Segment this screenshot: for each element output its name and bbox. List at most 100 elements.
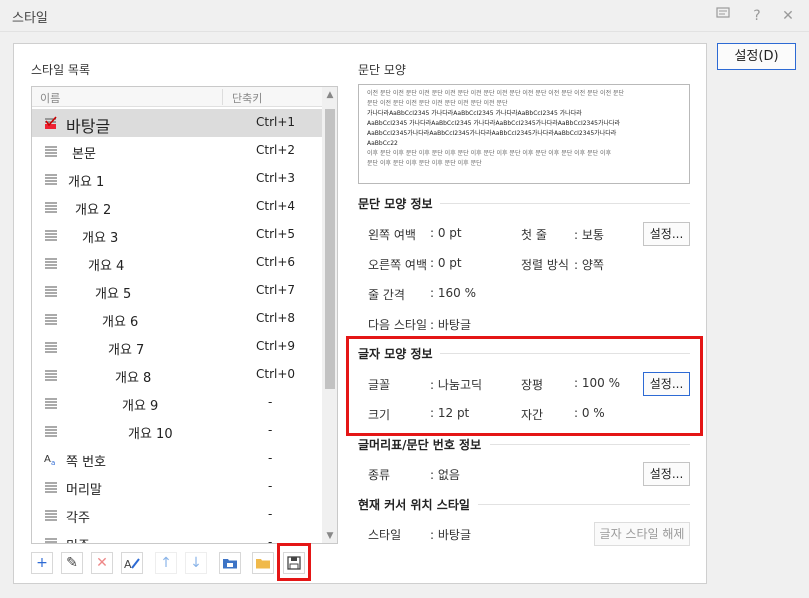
close-icon[interactable]: ✕ [777,6,799,26]
paragraph-icon [44,172,58,186]
import-style-button[interactable] [219,552,241,574]
style-list-item[interactable]: 개요 8 Ctrl+0 [32,361,322,389]
style-list-item[interactable]: 개요 3 Ctrl+5 [32,221,322,249]
style-name: 개요 9 [122,399,159,414]
style-shortcut: - [268,451,273,465]
cursor-style-label: 스타일 [368,528,402,542]
save-highlight-box [277,543,311,581]
divider [490,444,690,445]
paragraph-icon [44,368,58,382]
divider [440,203,690,204]
apply-button[interactable]: 설정(D) [717,43,796,70]
size-value: : 12 pt [430,406,470,420]
style-list-item[interactable]: Aa 쪽 번호 - [32,445,322,473]
style-name: 개요 3 [82,231,119,246]
paragraph-icon [44,536,58,543]
next-style-value: : 바탕글 [430,318,471,332]
style-list-item[interactable]: 개요 5 Ctrl+7 [32,277,322,305]
column-name[interactable]: 이름 [40,90,60,106]
style-shortcut: Ctrl+0 [256,367,296,381]
line-spacing-value: : 160 % [430,286,476,300]
scroll-thumb[interactable] [325,109,335,389]
style-name: 개요 7 [108,343,145,358]
style-list-item[interactable]: 바탕글 Ctrl+1 [32,109,322,137]
svg-text:a: a [51,459,55,466]
paragraph-icon [44,396,58,410]
style-list-item[interactable]: 각주 - [32,501,322,529]
style-list-item[interactable]: 본문 Ctrl+2 [32,137,322,165]
spacing-value: : 0 % [574,406,605,420]
move-down-button[interactable]: ↓ [185,552,207,574]
para-settings-button[interactable]: 설정... [643,222,690,246]
paragraph-icon [44,340,58,354]
help-icon[interactable]: ? [746,6,768,26]
comment-icon[interactable] [712,6,734,26]
paragraph-icon [44,424,58,438]
align-label: 정렬 방식 [521,258,569,272]
preview-line: AaBbCcI2345가나다라AaBbCcI2345가나다라AaBbCcI234… [367,130,617,137]
arrow-down-icon: ↓ [190,555,202,571]
open-style-button[interactable] [252,552,274,574]
move-up-button[interactable]: ↑ [155,552,177,574]
char-edit-icon: A [124,558,140,571]
column-divider [222,89,223,105]
style-list-item[interactable]: 개요 7 Ctrl+9 [32,333,322,361]
numbering-type-value: : 없음 [430,468,460,482]
style-list-item[interactable]: 미주 - [32,529,322,543]
style-list-item[interactable]: 개요 6 Ctrl+8 [32,305,322,333]
style-name: 개요 6 [102,315,139,330]
window-title: 스타일 [12,11,48,26]
edit-style-button[interactable]: ✎ [61,552,83,574]
numbering-info-title: 글머리표/문단 번호 정보 [358,438,482,452]
style-shortcut: Ctrl+5 [256,227,296,241]
preview-line: AaBbCc22 [367,140,398,147]
paragraph-icon [44,284,58,298]
style-list-item[interactable]: 개요 10 - [32,417,322,445]
font-label: 글꼴 [368,378,391,392]
ratio-label: 장평 [521,378,544,392]
add-icon: + [36,555,48,571]
numbering-type-label: 종류 [368,468,391,482]
add-style-button[interactable]: + [31,552,53,574]
style-name: 개요 2 [75,203,112,218]
column-shortcut[interactable]: 단축키 [232,90,262,106]
delete-icon: ✕ [96,555,108,571]
style-shortcut: Ctrl+8 [256,311,296,325]
style-shortcut: Ctrl+1 [256,115,296,129]
pencil-icon: ✎ [66,555,78,571]
style-shortcut: Ctrl+6 [256,255,296,269]
paragraph-icon [44,480,58,494]
list-header: 이름 단축키 [32,87,322,107]
style-shortcut: Ctrl+2 [256,143,296,157]
style-list-item[interactable]: 개요 1 Ctrl+3 [32,165,322,193]
right-margin-label: 오른쪽 여백 [368,258,428,272]
paragraph-icon [44,144,58,158]
style-name: 개요 4 [88,259,125,274]
style-list-item[interactable]: 개요 9 - [32,389,322,417]
style-list-item[interactable]: 머리말 - [32,473,322,501]
style-list[interactable]: 이름 단축키 바탕글 Ctrl+1 본문 Ctrl+2 개요 1 Ctrl+3 개요 2 Ct… [31,86,338,544]
delete-style-button[interactable]: ✕ [91,552,113,574]
style-list-item[interactable]: 개요 4 Ctrl+6 [32,249,322,277]
list-scrollbar[interactable]: ▲ ▼ [322,87,337,543]
paragraph-icon [44,312,58,326]
cursor-style-title: 현재 커서 위치 스타일 [358,498,470,512]
style-wizard-button[interactable]: A [121,552,143,574]
scroll-up-icon[interactable]: ▲ [322,87,337,104]
release-char-style-button[interactable]: 글자 스타일 해제 [594,522,690,546]
style-name: 개요 1 [68,175,105,190]
paragraph-preview: 이전 문단 이전 문단 이전 문단 이전 문단 이전 문단 이전 문단 이전 문… [358,84,690,184]
spacing-label: 자간 [521,408,544,422]
style-name: 개요 8 [115,371,152,386]
scroll-down-icon[interactable]: ▼ [322,528,337,543]
style-list-label: 스타일 목록 [31,63,91,77]
align-value: : 양쪽 [574,258,604,272]
char-settings-button[interactable]: 설정... [643,372,690,396]
style-list-item[interactable]: 개요 2 Ctrl+4 [32,193,322,221]
numbering-settings-button[interactable]: 설정... [643,462,690,486]
char-info-title: 글자 모양 정보 [358,347,433,361]
preview-line: 가나다라AaBbCcI2345 가나다라AaBbCcI2345 가나다라AaBb… [367,110,582,117]
style-name: 각주 [66,511,90,526]
style-shortcut: Ctrl+9 [256,339,296,353]
preview-line: 이전 문단 이전 문단 이전 문단 이전 문단 이전 문단 이전 문단 이전 문… [367,90,625,97]
